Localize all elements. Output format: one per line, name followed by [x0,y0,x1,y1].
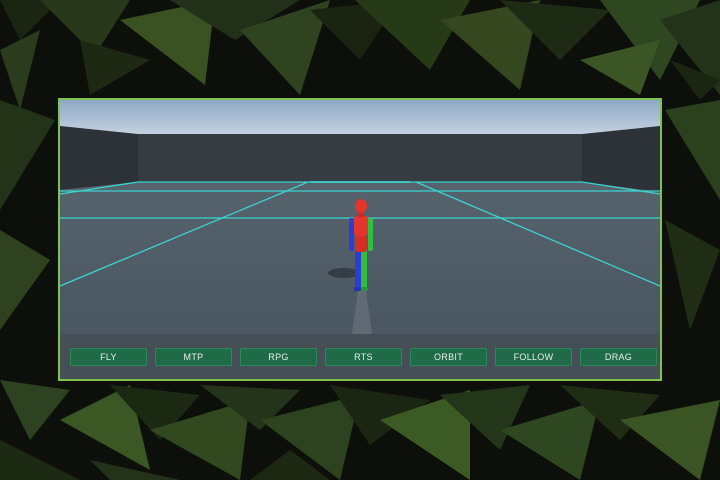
orbit-mode-button[interactable]: ORBIT [410,348,487,366]
back-wall [138,134,582,182]
right-wall [582,126,660,192]
sky [60,100,660,136]
follow-mode-button[interactable]: FOLLOW [495,348,572,366]
game-viewport[interactable]: FLY MTP RPG RTS ORBIT FOLLOW DRAG [58,98,662,381]
camera-mode-toolbar: FLY MTP RPG RTS ORBIT FOLLOW DRAG [60,334,660,379]
rpg-mode-button[interactable]: RPG [240,348,317,366]
drag-mode-button[interactable]: DRAG [580,348,657,366]
mtp-mode-button[interactable]: MTP [155,348,232,366]
left-wall [60,126,138,190]
rts-mode-button[interactable]: RTS [325,348,402,366]
fly-mode-button[interactable]: FLY [70,348,147,366]
